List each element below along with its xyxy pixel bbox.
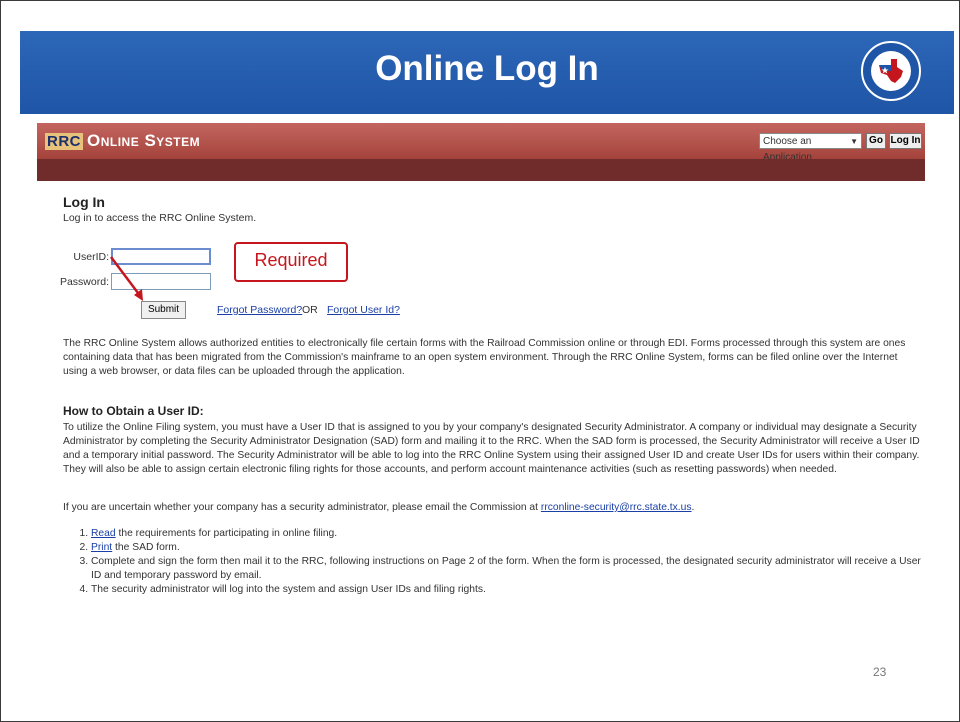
login-heading: Log In (63, 194, 105, 210)
or-text: OR (302, 304, 318, 316)
slide: Online Log In RRC Online System Choose an… (0, 0, 960, 722)
go-button[interactable]: Go (866, 133, 886, 149)
login-subtitle: Log in to access the RRC Online System. (63, 212, 257, 224)
obtain-userid-heading: How to Obtain a User ID: (63, 404, 204, 418)
list-item: The security administrator will log into… (91, 583, 921, 597)
title-banner: Online Log In (20, 31, 954, 114)
choose-application-select[interactable]: Choose an Application ▼ (759, 133, 862, 163)
step-text: The security administrator will log into… (91, 584, 486, 595)
list-item: Print the SAD form. (91, 541, 921, 555)
arrow-annotation-icon (110, 256, 143, 301)
submit-button[interactable]: Submit (141, 301, 186, 319)
steps-list: Read the requirements for participating … (77, 527, 921, 597)
required-callout-text: Required (254, 250, 328, 270)
list-item: Complete and sign the form then mail it … (91, 555, 921, 583)
logo-system-text: Online System (87, 131, 201, 150)
password-label: Password: (59, 276, 109, 288)
step-text: the SAD form. (112, 542, 180, 553)
step-text: the requirements for participating in on… (115, 528, 338, 539)
intro-paragraph: The RRC Online System allows authorized … (63, 338, 906, 377)
list-item: Read the requirements for participating … (91, 527, 921, 541)
forgot-userid-link[interactable]: Forgot User Id? (327, 304, 400, 316)
rrc-online-system-logo: RRC Online System (45, 131, 200, 151)
rrc-online-screenshot: RRC Online System Choose an Application ▼… (37, 123, 925, 613)
uncertain-paragraph: If you are uncertain whether your compan… (63, 501, 921, 515)
railroad-commission-seal-logo (861, 41, 921, 101)
rrc-logo-mark: RRC (45, 133, 83, 150)
site-header: RRC Online System Choose an Application ▼… (37, 123, 925, 163)
page-number: 23 (873, 665, 887, 679)
userid-label: UserID: (73, 251, 109, 263)
step-text: Complete and sign the form then mail it … (91, 556, 921, 581)
print-link[interactable]: Print (91, 542, 112, 553)
security-email-link[interactable]: rrconline-security@rrc.state.tx.us (541, 502, 692, 513)
required-callout: Required (234, 242, 348, 282)
slide-title: Online Log In (375, 49, 599, 88)
header-nav-bar (37, 159, 925, 181)
obtain-userid-paragraph: To utilize the Online Filing system, you… (63, 422, 920, 475)
uncertain-end: . (691, 502, 695, 513)
read-link[interactable]: Read (91, 528, 116, 539)
forgot-password-link[interactable]: Forgot Password? (217, 304, 302, 316)
uncertain-text: If you are uncertain whether your compan… (63, 502, 541, 513)
chevron-down-icon: ▼ (850, 137, 858, 146)
header-login-button[interactable]: Log In (889, 133, 922, 149)
